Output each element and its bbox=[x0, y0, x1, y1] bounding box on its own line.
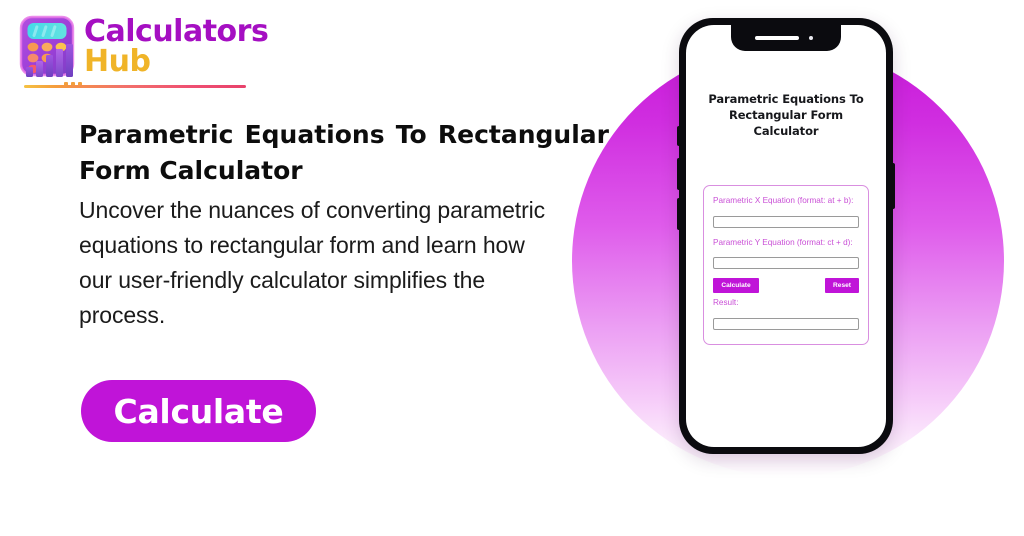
phone-notch bbox=[731, 25, 841, 51]
calculator-button-row: Calculate Reset bbox=[713, 278, 859, 293]
page-description: Uncover the nuances of converting parame… bbox=[79, 197, 546, 328]
result-label: Result: bbox=[713, 298, 739, 307]
parametric-x-equation-label: Parametric X Equation (format: at + b): bbox=[713, 196, 854, 205]
calculate-button[interactable]: Calculate bbox=[81, 380, 316, 442]
phone-volume-up-button bbox=[677, 158, 681, 190]
logo-wordmark: Calculators Hub bbox=[84, 12, 270, 82]
parametric-y-equation-input[interactable] bbox=[713, 257, 859, 269]
phone-screen: Parametric Equations To Rectangular Form… bbox=[686, 25, 886, 447]
page-canvas: Calculators Hub Parametric Equations To … bbox=[0, 0, 1024, 536]
site-logo[interactable]: Calculators Hub bbox=[18, 12, 270, 90]
logo-underline-decoration bbox=[24, 85, 246, 88]
phone-volume-down-button bbox=[677, 198, 681, 230]
form-calculate-button[interactable]: Calculate bbox=[713, 278, 759, 293]
front-camera-dot-icon bbox=[809, 36, 813, 40]
form-reset-button[interactable]: Reset bbox=[825, 278, 859, 293]
mobile-page-title: Parametric Equations To Rectangular Form… bbox=[708, 92, 864, 138]
phone-mockup: Parametric Equations To Rectangular Form… bbox=[677, 18, 895, 454]
page-title: Parametric Equations To Rectangular Form… bbox=[79, 119, 609, 185]
calculator-form-card: Parametric X Equation (format: at + b): … bbox=[703, 185, 869, 345]
phone-power-button bbox=[891, 163, 895, 209]
calculator-bar-chart-icon bbox=[18, 14, 80, 82]
parametric-x-equation-input[interactable] bbox=[713, 215, 859, 228]
phone-silence-switch bbox=[677, 126, 681, 146]
result-output-input[interactable] bbox=[713, 317, 859, 330]
logo-line-hub: Hub bbox=[84, 44, 151, 79]
parametric-y-equation-label: Parametric Y Equation (format: ct + d): bbox=[713, 237, 853, 247]
speaker-slot-icon bbox=[755, 36, 799, 40]
